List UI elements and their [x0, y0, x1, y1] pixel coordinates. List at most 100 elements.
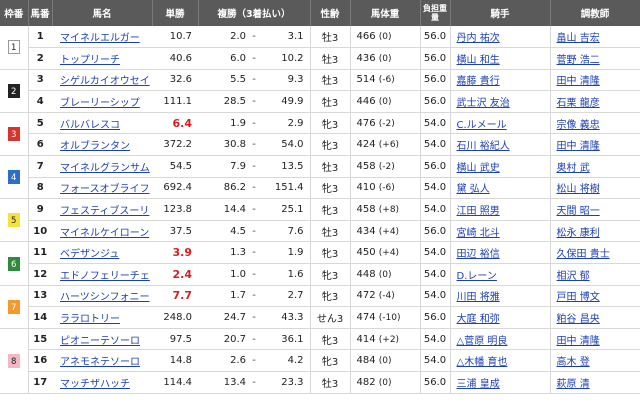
jockey-link[interactable]: 横山 武史: [457, 163, 500, 174]
win-odds: 692.4: [152, 177, 198, 200]
horse-weight: 482 (0): [349, 371, 421, 394]
trainer-link[interactable]: 高木 登: [557, 357, 590, 368]
trainer-link[interactable]: 天間 昭一: [557, 206, 600, 217]
jockey-link[interactable]: 三浦 皇成: [457, 379, 500, 390]
horse-number: 12: [28, 263, 52, 286]
trainer-link[interactable]: 戸田 博文: [557, 292, 600, 303]
jockey-link[interactable]: 黛 弘人: [457, 184, 490, 195]
horse-name-link[interactable]: オルブランタン: [60, 141, 130, 152]
jockey-link[interactable]: 大庭 和弥: [457, 314, 500, 325]
trainer-link[interactable]: 相沢 郁: [557, 271, 590, 282]
horse-name-link[interactable]: フォースオブライフ: [60, 184, 150, 195]
weight-value: 514: [356, 74, 379, 86]
jockey-link[interactable]: 丹内 祐次: [457, 33, 500, 44]
horse-name-link[interactable]: シゲルカイオウセイ: [60, 76, 150, 87]
trainer-link[interactable]: 松山 将樹: [557, 184, 600, 195]
horse-name-cell: ララロトリー: [52, 306, 152, 329]
place-odds-low: 2.0: [198, 26, 248, 49]
jockey-link[interactable]: △菅原 明良: [457, 336, 508, 347]
horse-name-link[interactable]: ララロトリー: [60, 314, 120, 325]
horse-name-link[interactable]: ベデザンジュ: [60, 249, 119, 260]
trainer-link[interactable]: 粕谷 昌央: [557, 314, 600, 325]
header-place: 複勝（3着払い）: [198, 0, 311, 26]
horse-name-link[interactable]: エドノフェリーチェ: [60, 271, 150, 282]
waku-badge: 4: [7, 170, 20, 185]
weight-diff: (-2): [378, 118, 395, 129]
horse-name-cell: マイネルケイローン: [52, 220, 152, 243]
jockey-link[interactable]: 横山 和生: [457, 55, 500, 66]
weight-diff: (-2): [378, 161, 395, 172]
horse-name-link[interactable]: アネモネテソーロ: [60, 357, 140, 368]
sex-age: 牡3: [309, 26, 351, 49]
place-odds-separator: -: [248, 306, 260, 329]
place-odds-low: 7.9: [198, 155, 248, 178]
trainer-cell: 田中 清隆: [549, 69, 640, 92]
sex-age: 牡3: [309, 220, 351, 243]
trainer-link[interactable]: 萩原 清: [557, 379, 590, 390]
jockey-cell: 石川 裕紀人: [449, 133, 551, 157]
place-odds-separator: -: [248, 263, 260, 286]
place-odds-low: 1.9: [198, 112, 248, 135]
trainer-link[interactable]: 松永 康利: [557, 228, 600, 239]
win-odds: 40.6: [152, 47, 198, 70]
horse-name-link[interactable]: ブレーリーシップ: [60, 98, 140, 109]
horse-name-link[interactable]: バルバレスコ: [60, 120, 120, 131]
jockey-link[interactable]: △木幡 育也: [457, 357, 508, 368]
place-odds-high: 25.1: [260, 198, 311, 221]
win-odds: 97.5: [152, 328, 198, 351]
waku-cell: 4: [0, 155, 29, 200]
trainer-link[interactable]: 宗像 義忠: [557, 120, 600, 131]
jockey-cell: D.レーン: [449, 263, 551, 286]
race-result-table: 枠番 馬番 馬名 単勝 複勝（3着払い） 性齢 馬体重 負担重量 騎手 調教師 …: [0, 0, 640, 394]
horse-name-link[interactable]: ピオニーテソーロ: [60, 336, 140, 347]
weight-value: 484: [356, 355, 379, 367]
horse-name-link[interactable]: トップリーチ: [60, 55, 120, 66]
horse-name-link[interactable]: フェスティブスーリ: [60, 206, 149, 217]
jockey-link[interactable]: 江田 照男: [457, 206, 500, 217]
header-sex: 性齢: [310, 0, 351, 26]
place-odds-low: 1.0: [198, 263, 248, 286]
place-odds-separator: -: [248, 155, 260, 178]
horse-name-link[interactable]: マッチザハッチ: [60, 379, 130, 390]
jockey-link[interactable]: D.レーン: [457, 271, 497, 282]
horse-name-link[interactable]: ハーツシンフォニー: [60, 292, 150, 303]
trainer-link[interactable]: 畠山 吉宏: [557, 33, 600, 44]
horse-name-cell: バルバレスコ: [52, 112, 152, 135]
trainer-link[interactable]: 田中 清隆: [557, 141, 600, 152]
carried-weight: 56.0: [419, 69, 451, 92]
jockey-link[interactable]: 川田 将雅: [457, 292, 500, 303]
trainer-link[interactable]: 田中 清隆: [557, 76, 600, 87]
place-odds-separator: -: [248, 69, 260, 92]
jockey-cell: 嘉藤 貴行: [449, 69, 551, 92]
trainer-link[interactable]: 石栗 龍彦: [557, 98, 600, 109]
carried-weight: 54.0: [419, 349, 451, 372]
horse-weight: 458 (+8): [349, 198, 421, 221]
jockey-link[interactable]: 田辺 裕信: [457, 249, 500, 260]
jockey-link[interactable]: C.ルメール: [457, 120, 507, 131]
jockey-link[interactable]: 武士沢 友治: [457, 98, 510, 109]
trainer-link[interactable]: 奥村 武: [557, 163, 590, 174]
horse-weight: 474 (-10): [349, 306, 421, 329]
weight-diff: (-4): [378, 291, 395, 302]
place-odds-high: 7.6: [260, 220, 311, 243]
trainer-link[interactable]: 菅野 浩二: [557, 55, 600, 66]
horse-name-link[interactable]: マイネルケイローン: [60, 228, 149, 239]
sex-age: 牝3: [309, 328, 351, 351]
trainer-cell: 高木 登: [549, 349, 640, 372]
table-row: 6 オルブランタン 372.2 30.8-54.0 牝3 424 (+6) 54.0 石川 裕…: [0, 133, 640, 157]
trainer-link[interactable]: 田中 清隆: [557, 336, 600, 347]
trainer-link[interactable]: 久保田 貴士: [557, 249, 610, 260]
win-odds: 114.4: [152, 371, 198, 394]
place-odds-high: 43.3: [260, 306, 311, 329]
jockey-link[interactable]: 宮崎 北斗: [457, 228, 500, 239]
horse-name-link[interactable]: マイネルエルガー: [60, 33, 140, 44]
weight-diff: (-6): [378, 183, 395, 194]
trainer-cell: 菅野 浩二: [549, 47, 640, 70]
header-kg: 負担重量: [420, 0, 451, 26]
sex-age: 牝3: [309, 133, 351, 157]
jockey-link[interactable]: 嘉藤 貴行: [457, 76, 500, 87]
trainer-cell: 戸田 博文: [549, 285, 640, 308]
jockey-link[interactable]: 石川 裕紀人: [457, 141, 510, 152]
weight-value: 434: [356, 225, 379, 237]
horse-name-link[interactable]: マイネルグランサム: [60, 163, 150, 174]
